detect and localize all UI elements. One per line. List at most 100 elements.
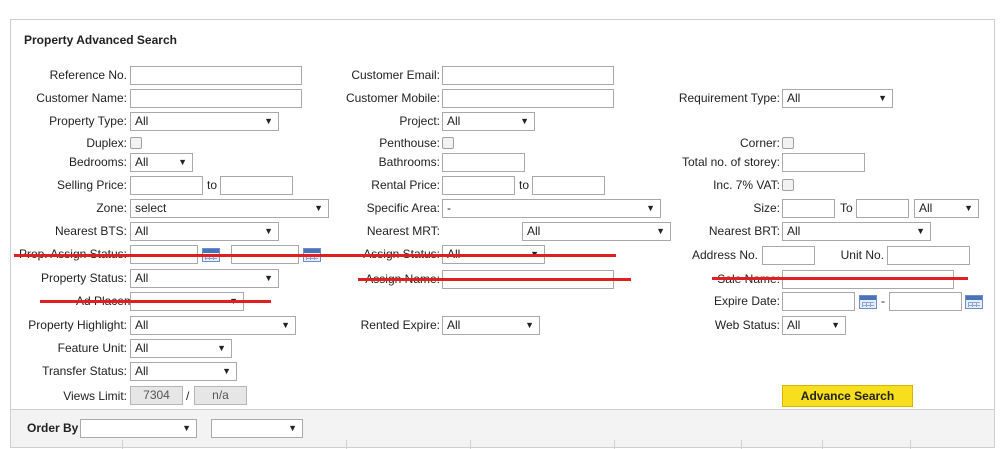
rental-price-from-input[interactable]: [442, 176, 515, 195]
inc-vat-checkbox[interactable]: [782, 179, 794, 191]
property-status-select[interactable]: All ▼: [130, 269, 279, 288]
reference-no-input[interactable]: [130, 66, 302, 85]
panel-title: Property Advanced Search: [24, 33, 177, 47]
rented-expire-label: Rented Expire:: [360, 318, 440, 332]
specific-area-label: Specific Area:: [366, 201, 440, 215]
bathrooms-input[interactable]: [442, 153, 525, 172]
web-status-select[interactable]: All ▼: [782, 316, 846, 335]
selling-price-to-label: to: [207, 178, 218, 192]
requirement-type-label: Requirement Type:: [678, 91, 780, 105]
order-by-direction-select[interactable]: ▼: [211, 419, 303, 438]
property-type-value: All: [135, 114, 149, 128]
customer-mobile-input[interactable]: [442, 89, 614, 108]
bathrooms-label: Bathrooms:: [378, 155, 440, 169]
calendar-icon[interactable]: [859, 295, 877, 309]
nearest-mrt-select[interactable]: All ▼: [522, 222, 671, 241]
size-unit-value: All: [919, 201, 933, 215]
web-status-label: Web Status:: [714, 318, 780, 332]
chevron-down-icon: ▼: [646, 203, 655, 213]
strike-line: [712, 277, 968, 280]
size-to-input[interactable]: [856, 199, 909, 218]
address-no-input[interactable]: [762, 246, 815, 265]
selling-price-from-input[interactable]: [130, 176, 203, 195]
views-slash: /: [186, 389, 190, 403]
zone-select[interactable]: select ▼: [130, 199, 329, 218]
size-label: Size:: [753, 201, 780, 215]
duplex-checkbox[interactable]: [130, 137, 142, 149]
nearest-brt-select[interactable]: All ▼: [782, 222, 931, 241]
table-column-divider: [614, 440, 615, 449]
expire-date-from-input[interactable]: [782, 292, 855, 311]
chevron-down-icon: ▼: [520, 116, 529, 126]
chevron-down-icon: ▼: [878, 93, 887, 103]
size-to-label: To: [840, 201, 853, 215]
customer-email-input[interactable]: [442, 66, 614, 85]
chevron-down-icon: ▼: [264, 273, 273, 283]
customer-email-label: Customer Email:: [351, 68, 440, 82]
specific-area-select[interactable]: - ▼: [442, 199, 661, 218]
address-no-label: Address No.: [691, 248, 758, 262]
penthouse-checkbox[interactable]: [442, 137, 454, 149]
inc-vat-label: Inc. 7% VAT:: [713, 178, 780, 192]
rental-price-label: Rental Price:: [371, 178, 440, 192]
requirement-type-value: All: [787, 91, 801, 105]
specific-area-value: -: [447, 201, 451, 215]
selling-price-to-input[interactable]: [220, 176, 293, 195]
property-type-label: Property Type:: [49, 114, 127, 128]
rented-expire-value: All: [447, 318, 461, 332]
expire-date-dash: -: [881, 294, 885, 308]
zone-label: Zone:: [96, 201, 127, 215]
calendar-icon[interactable]: [965, 295, 983, 309]
customer-mobile-label: Customer Mobile:: [345, 91, 440, 105]
nearest-bts-label: Nearest BTS:: [54, 224, 127, 238]
feature-unit-select[interactable]: All ▼: [130, 339, 232, 358]
chevron-down-icon: ▼: [264, 116, 273, 126]
total-storey-input[interactable]: [782, 153, 865, 172]
chevron-down-icon: ▼: [916, 226, 925, 236]
property-highlight-value: All: [135, 318, 149, 332]
web-status-value: All: [787, 318, 801, 332]
chevron-down-icon: ▼: [831, 320, 840, 330]
project-value: All: [447, 114, 461, 128]
views-limit-field: n/a: [194, 386, 247, 405]
chevron-down-icon: ▼: [182, 423, 191, 433]
nearest-bts-value: All: [135, 224, 149, 238]
views-used-field: 7304: [130, 386, 183, 405]
property-status-value: All: [135, 271, 149, 285]
table-column-divider: [122, 440, 123, 449]
rental-price-to-input[interactable]: [532, 176, 605, 195]
project-label: Project:: [399, 114, 440, 128]
views-limit-label: Views Limit:: [63, 389, 127, 403]
property-type-select[interactable]: All ▼: [130, 112, 279, 131]
advance-search-button[interactable]: Advance Search: [782, 385, 913, 407]
total-storey-label: Total no. of storey:: [681, 155, 780, 169]
unit-no-input[interactable]: [887, 246, 970, 265]
rental-price-to-label: to: [519, 178, 530, 192]
nearest-brt-value: All: [787, 224, 801, 238]
corner-label: Corner:: [739, 136, 780, 150]
chevron-down-icon: ▼: [222, 366, 231, 376]
requirement-type-select[interactable]: All ▼: [782, 89, 893, 108]
size-unit-select[interactable]: All ▼: [914, 199, 979, 218]
reference-no-label: Reference No.: [49, 68, 127, 82]
expire-date-to-input[interactable]: [889, 292, 962, 311]
nearest-bts-select[interactable]: All ▼: [130, 222, 279, 241]
chevron-down-icon: ▼: [314, 203, 323, 213]
order-by-field-select[interactable]: ▼: [80, 419, 197, 438]
zone-value: select: [135, 201, 167, 215]
property-highlight-select[interactable]: All ▼: [130, 316, 296, 335]
customer-name-input[interactable]: [130, 89, 302, 108]
project-select[interactable]: All ▼: [442, 112, 535, 131]
rented-expire-select[interactable]: All ▼: [442, 316, 540, 335]
transfer-status-select[interactable]: All ▼: [130, 362, 237, 381]
table-column-divider: [910, 440, 911, 449]
feature-unit-label: Feature Unit:: [57, 341, 127, 355]
size-from-input[interactable]: [782, 199, 835, 218]
corner-checkbox[interactable]: [782, 137, 794, 149]
feature-unit-value: All: [135, 341, 149, 355]
strike-line: [358, 278, 631, 281]
bedrooms-select[interactable]: All ▼: [130, 153, 193, 172]
transfer-status-label: Transfer Status:: [42, 364, 127, 378]
table-column-divider: [470, 440, 471, 449]
property-highlight-label: Property Highlight:: [28, 318, 127, 332]
